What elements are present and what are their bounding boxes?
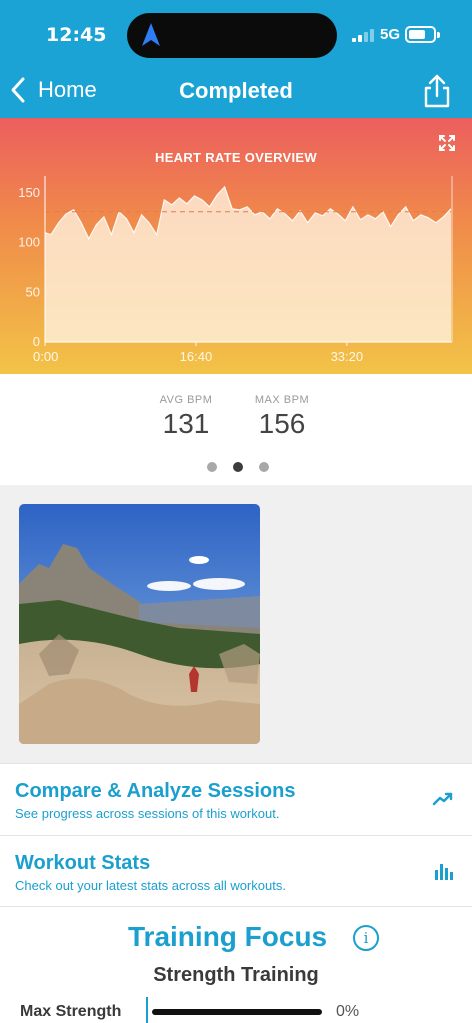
- compare-title: Compare & Analyze Sessions: [15, 780, 296, 802]
- bpm-stats: AVG BPM 131 MAX BPM 156: [0, 374, 472, 485]
- dynamic-island: [127, 13, 337, 58]
- y-tick-label: 100: [18, 235, 40, 250]
- focus-bar-marker: [146, 997, 148, 1023]
- photo-section: [0, 485, 472, 763]
- workout-stats-row[interactable]: Workout Stats Check out your latest stat…: [0, 835, 472, 907]
- network-type: 5G: [380, 26, 401, 43]
- training-focus-title: Training Focus: [128, 921, 328, 952]
- focus-bar-label: Max Strength: [20, 1003, 122, 1020]
- training-focus-subtitle: Strength Training: [153, 964, 319, 986]
- workout-stats-title: Workout Stats: [15, 852, 151, 874]
- bar-chart-icon: [435, 864, 453, 880]
- page-indicator[interactable]: [207, 462, 269, 472]
- y-tick-label: 0: [33, 334, 40, 349]
- heart-rate-panel[interactable]: 0 50 100 150 0:00 16:40 33:20 HEART RATE OVERV…: [0, 118, 472, 374]
- max-bpm-stat: MAX BPM 156: [222, 394, 342, 440]
- training-focus-section: Training Focus i Strength Training Max S…: [0, 906, 472, 1023]
- focus-bar-percent: 0%: [336, 1003, 360, 1020]
- y-tick-label: 150: [18, 185, 40, 200]
- heart-rate-area: [45, 186, 451, 342]
- max-bpm-label: MAX BPM: [254, 394, 310, 406]
- trend-up-icon: [432, 792, 453, 806]
- page-dot[interactable]: [207, 462, 217, 472]
- share-icon[interactable]: [420, 72, 454, 110]
- info-icon[interactable]: i: [353, 925, 379, 951]
- compare-sessions-row[interactable]: Compare & Analyze Sessions See progress …: [0, 763, 472, 835]
- chart-title: HEART RATE OVERVIEW: [155, 150, 317, 165]
- max-bpm-value: 156: [258, 408, 306, 439]
- status-time: 12:45: [46, 24, 107, 46]
- mountain-trail-photo[interactable]: [19, 504, 260, 744]
- workout-stats-subtitle: Check out your latest stats across all w…: [15, 878, 286, 893]
- page-title: Completed: [179, 78, 293, 103]
- page-dot[interactable]: [259, 462, 269, 472]
- page-dot-active[interactable]: [233, 462, 243, 472]
- compare-subtitle: See progress across sessions of this wor…: [15, 806, 280, 821]
- x-tick-label: 33:20: [331, 349, 364, 364]
- x-tick-label: 16:40: [180, 349, 213, 364]
- nav-bar: Home Completed: [0, 70, 472, 118]
- status-bar: 12:45 5G: [0, 0, 472, 70]
- signal-icon: [352, 28, 376, 42]
- battery-icon: [405, 26, 440, 43]
- location-arrow-icon: [142, 23, 160, 46]
- y-tick-label: 50: [26, 284, 40, 299]
- expand-icon[interactable]: [438, 134, 456, 152]
- x-tick-label: 0:00: [33, 349, 58, 364]
- focus-bar-track: [152, 1009, 322, 1015]
